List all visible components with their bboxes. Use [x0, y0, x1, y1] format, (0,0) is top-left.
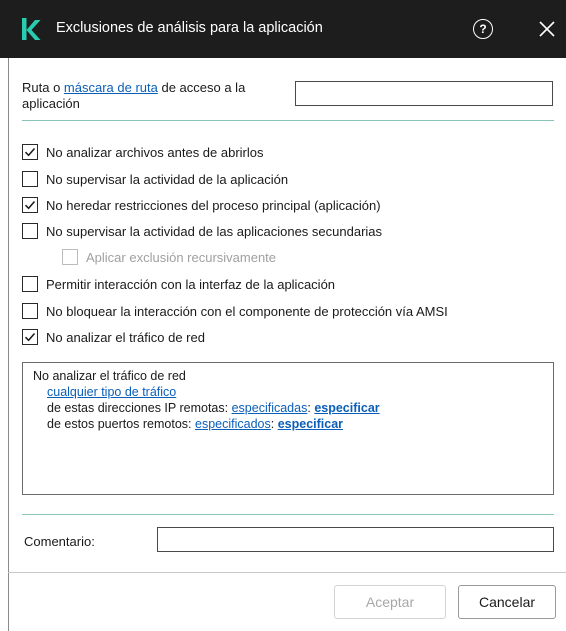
path-label: Ruta o máscara de ruta de acceso a la ap…	[22, 80, 246, 111]
ip-specify-link[interactable]: especificar	[314, 401, 379, 415]
section-separator	[22, 514, 554, 515]
option-label: No heredar restricciones del proceso pri…	[46, 197, 381, 213]
option-allow-ui[interactable]: Permitir interacción con la interfaz de …	[22, 275, 335, 293]
option-no-monitor-app[interactable]: No supervisar la actividad de la aplicac…	[22, 170, 288, 188]
ip-specified-link[interactable]: especificadas	[232, 401, 308, 415]
comment-input[interactable]	[157, 527, 554, 552]
option-recursive: Aplicar exclusión recursivamente	[62, 248, 276, 266]
ports-specify-link[interactable]: especificar	[278, 417, 343, 431]
checkbox-disabled	[62, 249, 78, 265]
path-mask-link[interactable]: máscara de ruta	[64, 80, 158, 95]
dialog-title: Exclusiones de análisis para la aplicaci…	[56, 20, 323, 36]
comment-label: Comentario:	[24, 534, 95, 549]
option-no-scan-traffic[interactable]: No analizar el tráfico de red	[22, 328, 205, 346]
accept-button[interactable]: Aceptar	[334, 585, 446, 619]
option-no-monitor-child[interactable]: No supervisar la actividad de las aplica…	[22, 222, 382, 240]
option-label: No bloquear la interacción con el compon…	[46, 303, 448, 319]
traffic-type-link[interactable]: cualquier tipo de tráfico	[47, 385, 176, 399]
title-bar: Exclusiones de análisis para la aplicaci…	[0, 0, 566, 58]
option-label: No supervisar la actividad de la aplicac…	[46, 171, 289, 187]
checkbox-unchecked[interactable]	[22, 171, 38, 187]
option-label: Permitir interacción con la interfaz de …	[46, 276, 336, 292]
cancel-button[interactable]: Cancelar	[458, 585, 556, 619]
ports-label: de estos puertos remotos:	[47, 417, 195, 431]
option-no-block-amsi[interactable]: No bloquear la interacción con el compon…	[22, 302, 448, 320]
traffic-heading: No analizar el tráfico de red	[33, 369, 186, 383]
checkbox-checked[interactable]	[22, 197, 38, 213]
checkbox-unchecked[interactable]	[22, 276, 38, 292]
ports-specified-link[interactable]: especificados	[195, 417, 271, 431]
option-label: No analizar el tráfico de red	[46, 329, 205, 345]
path-input[interactable]	[295, 81, 553, 106]
option-label: No supervisar la actividad de las aplica…	[46, 223, 383, 239]
footer-divider	[8, 572, 566, 573]
checkbox-checked[interactable]	[22, 144, 38, 160]
checkbox-unchecked[interactable]	[22, 223, 38, 239]
kaspersky-logo-icon	[22, 18, 41, 40]
checkbox-unchecked[interactable]	[22, 303, 38, 319]
close-icon[interactable]	[536, 18, 558, 40]
option-label: No analizar archivos antes de abrirlos	[46, 144, 264, 160]
checkbox-checked[interactable]	[22, 329, 38, 345]
ip-label: de estas direcciones IP remotas:	[47, 401, 232, 415]
traffic-details-box: No analizar el tráfico de red cualquier …	[22, 362, 554, 495]
help-icon[interactable]: ?	[473, 19, 493, 39]
option-no-inherit[interactable]: No heredar restricciones del proceso pri…	[22, 196, 381, 214]
option-label: Aplicar exclusión recursivamente	[86, 249, 277, 265]
option-no-scan-files[interactable]: No analizar archivos antes de abrirlos	[22, 143, 264, 161]
section-separator	[22, 120, 554, 121]
